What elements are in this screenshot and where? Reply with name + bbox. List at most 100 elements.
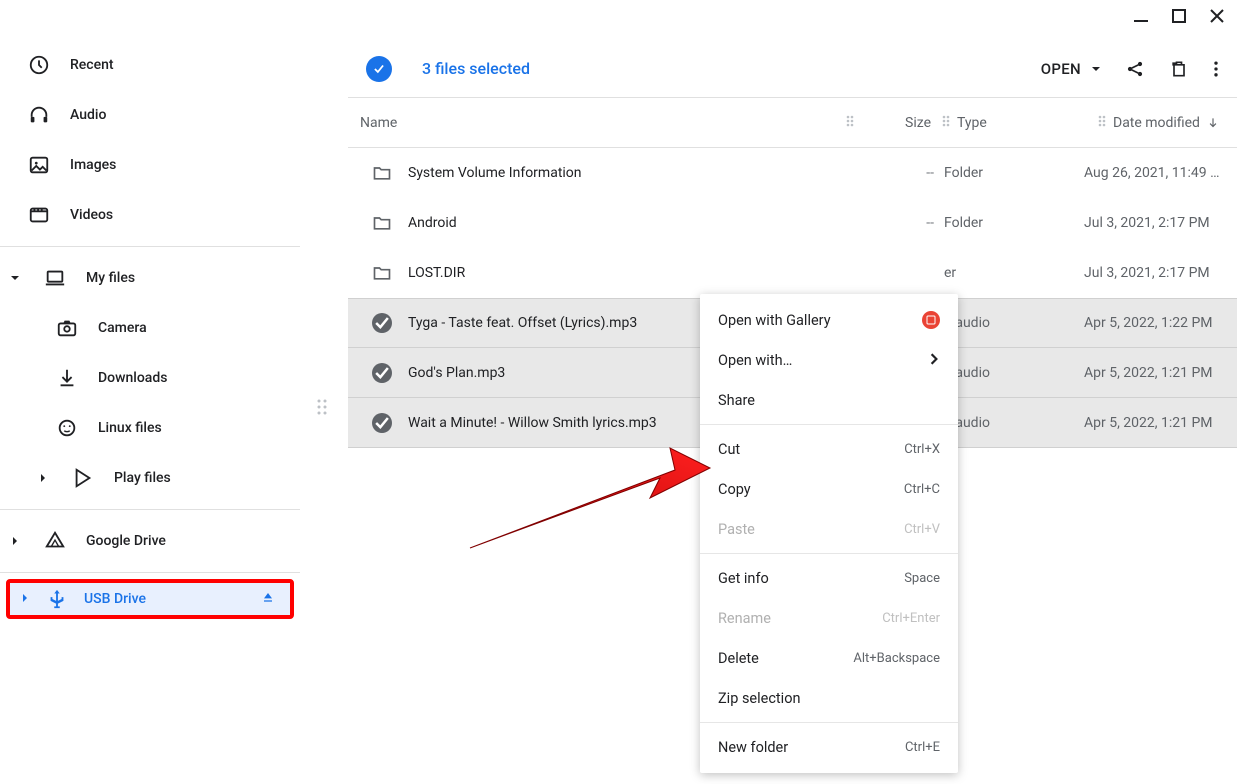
eject-icon[interactable] [260,589,276,609]
file-date: Aug 26, 2021, 11:49 … [1084,165,1237,181]
file-type: er [944,265,1084,281]
file-size: -- [864,165,944,181]
file-date: Apr 5, 2022, 1:21 PM [1084,365,1237,381]
file-date: Jul 3, 2021, 2:17 PM [1084,265,1237,281]
play-store-icon [72,467,94,489]
chevron-right-icon [10,536,20,546]
ctx-cut[interactable]: Cut Ctrl+X [700,429,958,469]
sidebar-item-play[interactable]: Play files [0,453,300,503]
clock-icon [28,54,50,76]
column-grip-icon[interactable] [941,114,951,132]
selected-check-icon [366,313,398,333]
sidebar-item-label: Play files [114,470,171,486]
sidebar-item-gdrive[interactable]: Google Drive [0,516,300,566]
ctx-open-gallery[interactable]: Open with Gallery [700,300,958,340]
sidebar-item-label: Camera [98,320,147,336]
sidebar-item-label: Recent [70,57,114,73]
window-maximize-button[interactable] [1171,8,1187,24]
sidebar-item-label: USB Drive [84,591,146,607]
column-grip-icon[interactable] [845,114,855,132]
sidebar-item-camera[interactable]: Camera [0,303,300,353]
file-name: System Volume Information [398,165,864,181]
separator [700,722,958,723]
sidebar-item-recent[interactable]: Recent [0,40,300,90]
ctx-delete[interactable]: Delete Alt+Backspace [700,638,958,678]
file-name: LOST.DIR [398,265,864,281]
separator [700,424,958,425]
window-close-button[interactable] [1209,8,1225,24]
more-options-button[interactable] [1213,59,1219,79]
open-button[interactable]: OPEN [1041,60,1101,78]
file-row[interactable]: LOST.DIR erJul 3, 2021, 2:17 PM [348,248,1237,298]
ctx-zip[interactable]: Zip selection [700,678,958,718]
file-type: 3 audio [944,365,1084,381]
image-icon [28,154,50,176]
arrow-down-icon [1206,116,1220,130]
sidebar-item-label: Linux files [98,420,162,436]
toolbar: 3 files selected OPEN [348,40,1237,98]
laptop-icon [44,267,66,289]
column-date[interactable]: Date modified [1113,115,1237,131]
chevron-right-icon [20,591,30,607]
gallery-app-icon [922,311,940,329]
column-size[interactable]: Size [861,115,941,131]
delete-button[interactable] [1169,59,1189,79]
chevron-down-icon [1091,64,1101,74]
sidebar-item-linux[interactable]: Linux files [0,403,300,453]
file-date: Jul 3, 2021, 2:17 PM [1084,215,1237,231]
sidebar-item-audio[interactable]: Audio [0,90,300,140]
file-date: Apr 5, 2022, 1:21 PM [1084,415,1237,431]
file-row[interactable]: Android--FolderJul 3, 2021, 2:17 PM [348,198,1237,248]
separator [0,509,300,510]
sidebar-item-downloads[interactable]: Downloads [0,353,300,403]
column-headers: Name Size Type Date modified [348,98,1237,148]
sidebar-item-label: Videos [70,207,113,223]
file-type: 3 audio [944,315,1084,331]
window-minimize-button[interactable] [1133,8,1149,24]
video-icon [28,204,50,226]
context-menu: Open with Gallery Open with… Share Cut C… [700,294,958,773]
column-type[interactable]: Type [957,115,1097,131]
selection-count-label: 3 files selected [422,59,530,78]
sidebar-item-label: My files [86,270,135,286]
sidebar-item-usb-drive[interactable]: USB Drive [6,579,294,619]
headphones-icon [28,104,50,126]
sidebar-item-label: Images [70,157,116,173]
column-name[interactable]: Name [360,115,845,131]
selection-check-icon[interactable] [366,56,392,82]
ctx-open-with[interactable]: Open with… [700,340,958,380]
chevron-down-icon [10,273,20,283]
column-grip-icon[interactable] [1097,114,1107,132]
share-button[interactable] [1125,59,1145,79]
file-type: Folder [944,165,1084,181]
file-type: 3 audio [944,415,1084,431]
camera-icon [56,317,78,339]
ctx-rename: Rename Ctrl+Enter [700,598,958,638]
sidebar-item-images[interactable]: Images [0,140,300,190]
separator [0,572,300,573]
folder-icon [366,163,398,183]
linux-icon [56,417,78,439]
open-button-label: OPEN [1041,60,1081,78]
ctx-share[interactable]: Share [700,380,958,420]
separator [700,553,958,554]
drag-handle-icon[interactable] [316,398,328,420]
ctx-paste: Paste Ctrl+V [700,509,958,549]
sidebar-item-label: Google Drive [86,533,166,549]
annotation-arrow [460,438,720,558]
sidebar-item-myfiles[interactable]: My files [0,253,300,303]
selected-check-icon [366,413,398,433]
usb-icon [46,588,68,610]
drive-icon [44,530,66,552]
ctx-copy[interactable]: Copy Ctrl+C [700,469,958,509]
download-icon [56,367,78,389]
sidebar-item-videos[interactable]: Videos [0,190,300,240]
file-type: Folder [944,215,1084,231]
ctx-new-folder[interactable]: New folder Ctrl+E [700,727,958,767]
sidebar-item-label: Downloads [98,370,167,386]
file-size: -- [864,215,944,231]
file-row[interactable]: System Volume Information--FolderAug 26,… [348,148,1237,198]
folder-icon [366,213,398,233]
sidebar-item-label: Audio [70,107,106,123]
ctx-get-info[interactable]: Get info Space [700,558,958,598]
